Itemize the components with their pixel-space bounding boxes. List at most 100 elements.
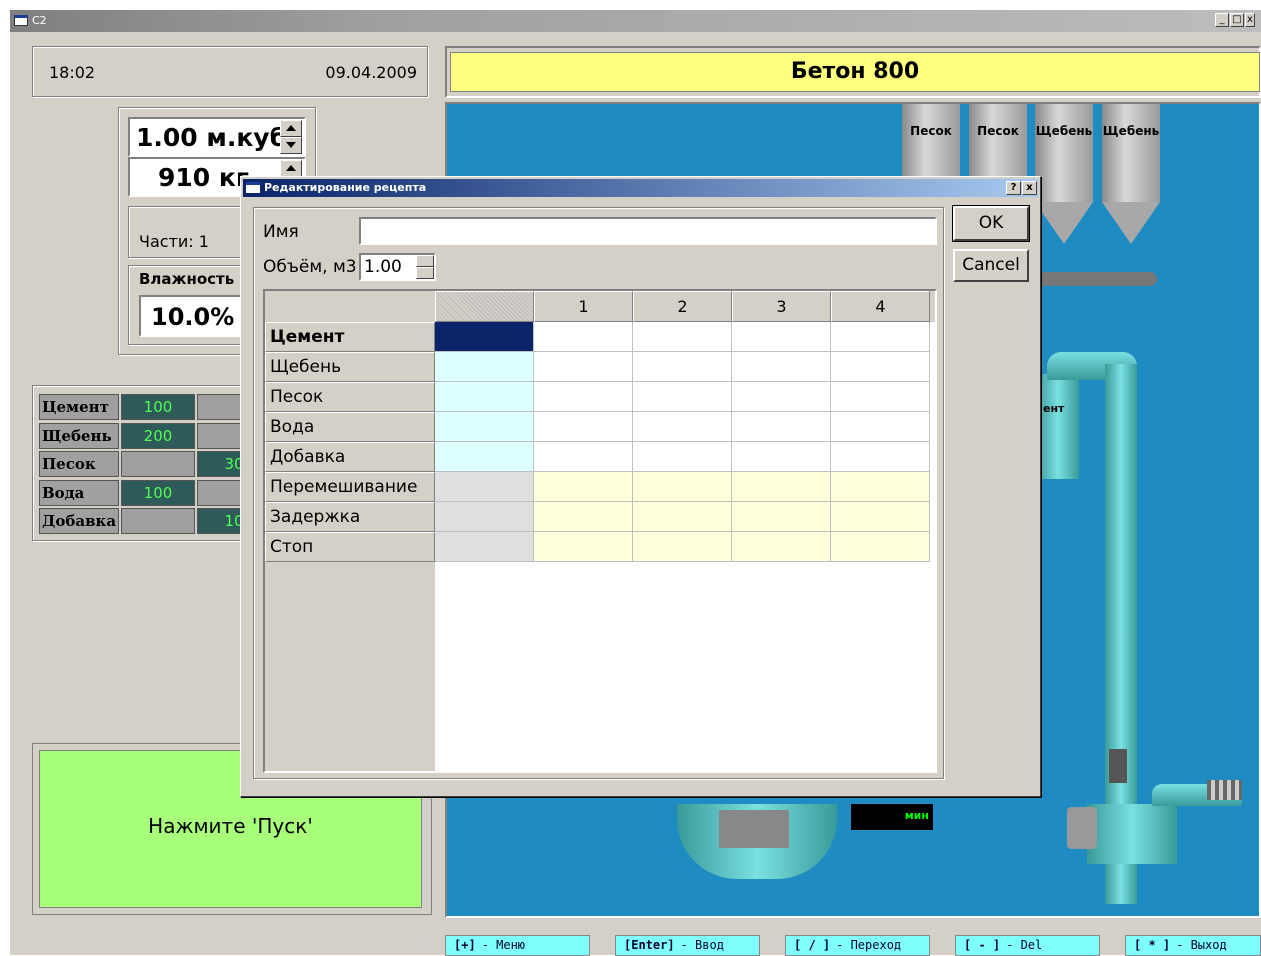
volume-up-button[interactable]	[280, 120, 302, 137]
material-name: Щебень	[39, 422, 119, 449]
grid-cell[interactable]	[534, 352, 633, 382]
grid-row-header[interactable]: Перемешивание	[265, 472, 435, 502]
grid-row-header[interactable]: Стоп	[265, 532, 435, 562]
grid-row-header[interactable]: Щебень	[265, 352, 435, 382]
hotkey-key: [ - ]	[964, 938, 1001, 952]
recipe-edit-dialog: Редактирование рецепта ? x Имя Объём, м3…	[240, 176, 1041, 797]
grid-cell[interactable]	[732, 472, 831, 502]
dialog-titlebar: Редактирование рецепта ? x	[243, 179, 1038, 197]
grid-cell[interactable]	[633, 502, 732, 532]
silo-cone	[1102, 202, 1160, 244]
grid-cell[interactable]	[435, 382, 534, 412]
grid-col-header-value[interactable]	[435, 291, 534, 322]
mix-timer: мин	[851, 804, 933, 830]
material-name: Вода	[39, 479, 119, 506]
grid-cell[interactable]	[732, 382, 831, 412]
silo-label: Песок	[910, 124, 952, 138]
weight-value: 910 кг	[158, 163, 249, 192]
datetime-panel: 18:02 09.04.2009	[32, 46, 428, 97]
grid-cell[interactable]	[732, 532, 831, 562]
volume-spinner[interactable]: 1.00 м.куб	[128, 117, 306, 157]
grid-cell[interactable]	[732, 412, 831, 442]
grid-cell[interactable]	[633, 352, 732, 382]
silo-cone	[1035, 202, 1093, 244]
grid-cell[interactable]	[534, 532, 633, 562]
cancel-button[interactable]: Cancel	[953, 249, 1029, 282]
hotkey-hint: [ / ] - Переход	[785, 935, 930, 956]
grid-cell[interactable]	[633, 382, 732, 412]
weight-up-button[interactable]	[280, 160, 302, 177]
material-value-1: 200	[121, 422, 195, 449]
grid-col-header[interactable]: 4	[831, 291, 930, 322]
recipe-name-input[interactable]	[359, 217, 937, 245]
grid-row-header[interactable]: Цемент	[265, 322, 435, 352]
dialog-title: Редактирование рецепта	[264, 181, 427, 194]
ok-button[interactable]: OK	[953, 206, 1029, 241]
cement-silo: ент	[1037, 374, 1079, 479]
window-titlebar: C2 _ □ x	[10, 10, 1261, 32]
grid-cell[interactable]	[633, 322, 732, 352]
volume-down-button[interactable]	[280, 137, 302, 154]
grid-cell-selected[interactable]	[435, 322, 534, 352]
dialog-close-button[interactable]: x	[1022, 181, 1037, 195]
grid-col-header[interactable]: 3	[732, 291, 831, 322]
grid-col-header[interactable]: 2	[633, 291, 732, 322]
grid-cell[interactable]	[534, 322, 633, 352]
grid-cell[interactable]	[435, 472, 534, 502]
grid-row-header[interactable]: Вода	[265, 412, 435, 442]
hotkey-text: - Ввод	[680, 938, 724, 952]
grid-cell[interactable]	[831, 412, 930, 442]
grid-cell[interactable]	[831, 502, 930, 532]
grid-cell[interactable]	[732, 352, 831, 382]
grid-cell[interactable]	[435, 442, 534, 472]
grid-cell[interactable]	[831, 442, 930, 472]
hotkey-key: [ / ]	[794, 938, 831, 952]
mixer-blades	[719, 810, 789, 848]
grid-cell[interactable]	[633, 412, 732, 442]
grid-cell[interactable]	[534, 382, 633, 412]
hotkey-hint: [+] - Меню	[445, 935, 590, 956]
help-button[interactable]: ?	[1006, 181, 1021, 195]
grid-cell[interactable]	[435, 532, 534, 562]
dialog-content: Имя Объём, м3 1.00 1 2 3 4 Цемент Щебень Песок…	[253, 207, 944, 779]
silo-label: Песок	[977, 124, 1019, 138]
grid-cell[interactable]	[534, 442, 633, 472]
grid-cell[interactable]	[534, 412, 633, 442]
grid-cell[interactable]	[435, 352, 534, 382]
grid-row-header[interactable]: Добавка	[265, 442, 435, 472]
grid-cell[interactable]	[633, 442, 732, 472]
grid-cell[interactable]	[435, 412, 534, 442]
conveyor-belt	[1037, 272, 1157, 286]
grid-cell[interactable]	[435, 502, 534, 532]
grid-cell[interactable]	[534, 502, 633, 532]
grid-cell[interactable]	[831, 352, 930, 382]
silo-body	[1035, 104, 1093, 202]
grid-cell[interactable]	[732, 442, 831, 472]
grid-row-header[interactable]: Песок	[265, 382, 435, 412]
hotkey-hint: [ * ] - Выход	[1125, 935, 1261, 956]
auger	[1207, 780, 1242, 800]
grid-col-header[interactable]: 1	[534, 291, 633, 322]
material-name: Цемент	[39, 394, 119, 420]
grid-cell[interactable]	[831, 532, 930, 562]
grid-cell[interactable]	[732, 502, 831, 532]
app-icon	[14, 15, 28, 26]
volume-input-up[interactable]	[416, 255, 434, 267]
volume-spin-input[interactable]: 1.00	[359, 253, 436, 281]
silo-label: Щебень	[1035, 124, 1093, 138]
minimize-button[interactable]: _	[1215, 13, 1229, 27]
hotkey-hint: [Enter] - Ввод	[615, 935, 760, 956]
grid-cell[interactable]	[831, 382, 930, 412]
grid-cell[interactable]	[831, 472, 930, 502]
recipe-grid[interactable]: 1 2 3 4 Цемент Щебень Песок Вода Добавка Перемеши…	[263, 289, 937, 773]
grid-cell[interactable]	[534, 472, 633, 502]
grid-cell[interactable]	[831, 322, 930, 352]
volume-input-down[interactable]	[416, 267, 434, 279]
grid-cell[interactable]	[732, 322, 831, 352]
grid-cell[interactable]	[633, 472, 732, 502]
clock-date: 09.04.2009	[325, 63, 417, 82]
grid-cell[interactable]	[633, 532, 732, 562]
close-button[interactable]: x	[1245, 13, 1255, 27]
grid-row-header[interactable]: Задержка	[265, 502, 435, 532]
maximize-button[interactable]: □	[1230, 13, 1244, 27]
